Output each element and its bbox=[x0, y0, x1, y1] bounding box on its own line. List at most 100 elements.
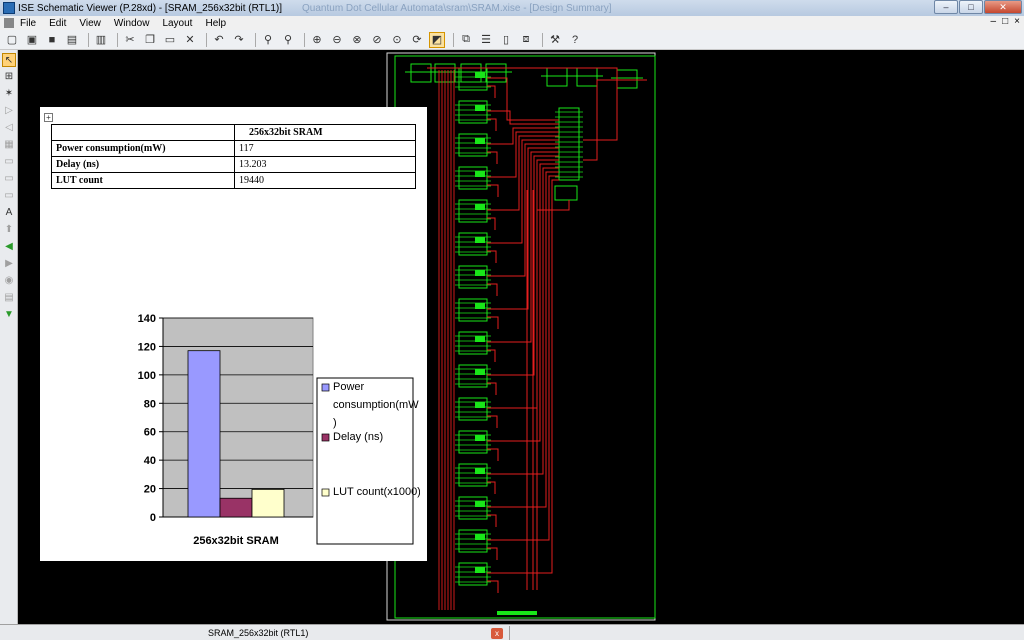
find-next-icon[interactable]: ⚲ bbox=[280, 32, 296, 48]
tile-horizontal-icon[interactable]: ☰ bbox=[478, 32, 494, 48]
title-bar: ISE Schematic Viewer (P.28xd) - [SRAM_25… bbox=[0, 0, 1024, 16]
find-icon[interactable]: ⚲ bbox=[260, 32, 276, 48]
text-tool-icon[interactable]: A bbox=[2, 206, 16, 220]
schematic-net bbox=[487, 415, 498, 428]
back-icon[interactable]: ◀ bbox=[2, 240, 16, 254]
schematic-page-border bbox=[386, 52, 656, 621]
table-header-row: 256x32bit SRAM bbox=[51, 124, 416, 141]
pin-icon[interactable]: ⬆ bbox=[2, 223, 16, 237]
redo-icon[interactable]: ↷ bbox=[231, 32, 247, 48]
run-icon[interactable]: ▼ bbox=[2, 308, 16, 322]
open-folder-icon[interactable]: ▣ bbox=[24, 32, 40, 48]
save-icon[interactable]: ■ bbox=[44, 32, 60, 48]
forward-icon[interactable]: ▶ bbox=[2, 257, 16, 271]
menu-window[interactable]: Window bbox=[114, 18, 150, 29]
schematic-cell-fill bbox=[475, 369, 485, 375]
arrange-icon[interactable]: ⧈ bbox=[518, 32, 534, 48]
y-tick-label: 140 bbox=[138, 313, 156, 325]
menu-layout[interactable]: Layout bbox=[162, 18, 192, 29]
maximize-button[interactable]: □ bbox=[959, 0, 983, 14]
table-row-value: 19440 bbox=[234, 172, 416, 189]
toolbar-separator bbox=[88, 32, 89, 47]
zoom-in-icon[interactable]: ⊕ bbox=[309, 32, 325, 48]
new-file-icon[interactable]: ▢ bbox=[4, 32, 20, 48]
doc-close-button[interactable]: × bbox=[1014, 16, 1020, 27]
cut-icon[interactable]: ✂ bbox=[122, 32, 138, 48]
schematic-mux bbox=[558, 107, 580, 181]
status-bar: SRAM_256x32bit (RTL1) x bbox=[0, 624, 1024, 640]
minimize-button[interactable]: – bbox=[934, 0, 958, 14]
schematic-view-icon[interactable]: ⊞ bbox=[2, 70, 16, 84]
instance-icon[interactable]: ▭ bbox=[2, 155, 16, 169]
port-icon[interactable]: ▭ bbox=[2, 189, 16, 203]
document-tab-label: SRAM_256x32bit (RTL1) bbox=[208, 628, 309, 638]
document-window-controls: – □ × bbox=[991, 16, 1020, 27]
layers-icon[interactable]: ▤ bbox=[2, 291, 16, 305]
results-table: 256x32bit SRAM Power consumption(mW) 117… bbox=[51, 124, 416, 189]
hierarchy-icon[interactable]: ▦ bbox=[2, 138, 16, 152]
highlight-tool-icon[interactable]: ◩ bbox=[429, 31, 445, 48]
copy-icon[interactable]: ❐ bbox=[142, 32, 158, 48]
y-tick-label: 100 bbox=[138, 370, 156, 382]
toolbar: ▢ ▣ ■ ▤ ▥ ✂ ❐ ▭ ✕ ↶ ↷ ⚲ ⚲ ⊕ ⊖ ⊗ ⊘ ⊙ ⟳ ◩ … bbox=[0, 30, 1024, 50]
settings-wrench-icon[interactable]: ⚒ bbox=[547, 32, 563, 48]
schematic-block bbox=[485, 63, 507, 83]
document-icon[interactable] bbox=[4, 18, 14, 28]
y-tick-label: 60 bbox=[144, 427, 156, 439]
menu-file[interactable]: File bbox=[20, 18, 36, 29]
paste-icon[interactable]: ▭ bbox=[162, 32, 178, 48]
zoom-area-icon[interactable]: ⊘ bbox=[369, 32, 385, 48]
print-icon[interactable]: ▥ bbox=[93, 32, 109, 48]
refresh-icon[interactable]: ⟳ bbox=[409, 32, 425, 48]
view-icon[interactable]: ◉ bbox=[2, 274, 16, 288]
schematic-cell-fill bbox=[475, 501, 485, 507]
zoom-full-icon[interactable]: ⊗ bbox=[349, 32, 365, 48]
y-tick-label: 80 bbox=[144, 398, 156, 410]
net-icon[interactable]: ▭ bbox=[2, 172, 16, 186]
window-title: ISE Schematic Viewer (P.28xd) - [SRAM_25… bbox=[18, 2, 283, 14]
y-tick-label: 40 bbox=[144, 455, 156, 467]
schematic-cell-fill bbox=[475, 237, 485, 243]
toolbar-separator bbox=[255, 32, 256, 47]
zoom-select-icon[interactable]: ⊙ bbox=[389, 32, 405, 48]
help-icon[interactable]: ? bbox=[567, 32, 583, 48]
undo-icon[interactable]: ↶ bbox=[211, 32, 227, 48]
schematic-net bbox=[487, 159, 559, 409]
delete-icon[interactable]: ✕ bbox=[182, 32, 198, 48]
menu-edit[interactable]: Edit bbox=[49, 18, 66, 29]
save-all-icon[interactable]: ▤ bbox=[64, 32, 80, 48]
schematic-net bbox=[487, 481, 496, 494]
schematic-net bbox=[487, 118, 497, 131]
doc-restore-button[interactable]: □ bbox=[1002, 16, 1008, 27]
legend-swatch bbox=[321, 383, 330, 392]
expand-icon[interactable]: ✶ bbox=[2, 87, 16, 101]
pop-up-icon[interactable]: ◁ bbox=[2, 121, 16, 135]
table-row: Power consumption(mW) 117 bbox=[51, 140, 416, 157]
tile-vertical-icon[interactable]: ▯ bbox=[498, 32, 514, 48]
select-arrow-icon[interactable]: ↖ bbox=[2, 53, 16, 67]
schematic-cell-fill bbox=[475, 105, 485, 111]
table-move-handle[interactable]: + bbox=[44, 113, 53, 122]
schematic-cell-fill bbox=[475, 435, 485, 441]
schematic-net bbox=[487, 151, 559, 343]
table-row-label: Delay (ns) bbox=[51, 156, 235, 173]
close-button[interactable]: ✕ bbox=[984, 0, 1022, 14]
schematic-cell-fill bbox=[475, 567, 485, 573]
background-window-title: Quantum Dot Cellular Automata\sram\SRAM.… bbox=[302, 2, 612, 14]
document-tab[interactable]: SRAM_256x32bit (RTL1) x bbox=[198, 626, 510, 640]
schematic-cell-fill bbox=[475, 468, 485, 474]
menu-help[interactable]: Help bbox=[205, 18, 226, 29]
results-document-overlay: + 256x32bit SRAM Power consumption(mW) 1… bbox=[40, 107, 427, 561]
zoom-out-icon[interactable]: ⊖ bbox=[329, 32, 345, 48]
schematic-cell-fill bbox=[475, 402, 485, 408]
schematic-net bbox=[487, 448, 499, 461]
menu-view[interactable]: View bbox=[79, 18, 101, 29]
table-column-header: 256x32bit SRAM bbox=[234, 124, 416, 141]
toolbar-separator bbox=[304, 32, 305, 47]
document-tab-close-button[interactable]: x bbox=[491, 627, 503, 639]
push-into-icon[interactable]: ▷ bbox=[2, 104, 16, 118]
schematic-net bbox=[487, 250, 497, 263]
schematic-net bbox=[487, 77, 559, 121]
doc-minimize-button[interactable]: – bbox=[991, 16, 997, 27]
cascade-icon[interactable]: ⧉ bbox=[458, 32, 474, 48]
